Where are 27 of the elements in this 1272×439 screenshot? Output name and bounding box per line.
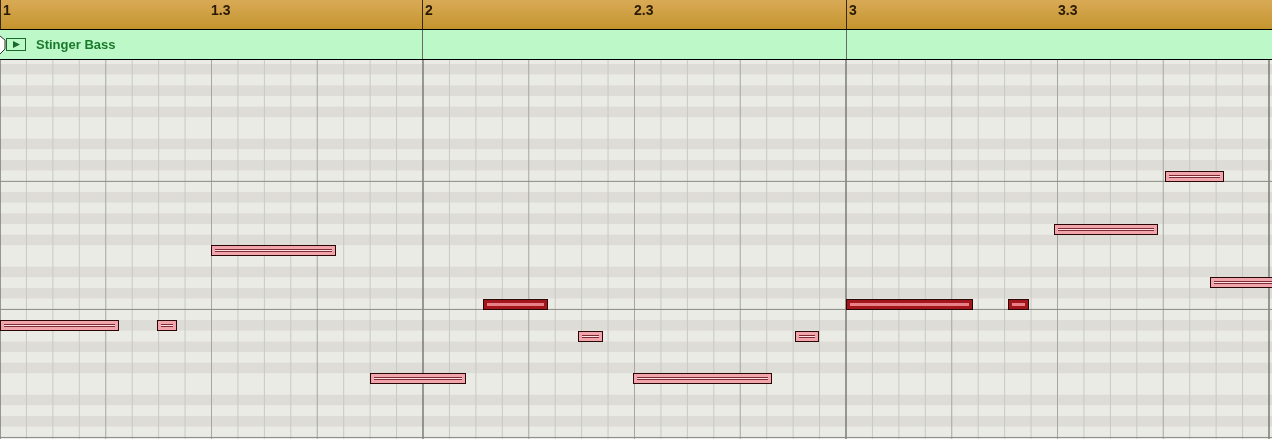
ruler-marker: 2.3 <box>634 3 654 17</box>
bar-line <box>0 0 1 29</box>
bar-line <box>422 0 423 29</box>
midi-note[interactable] <box>1165 170 1224 182</box>
midi-note[interactable] <box>1008 298 1029 310</box>
midi-note[interactable] <box>157 320 177 332</box>
bar-line <box>846 0 847 29</box>
midi-note[interactable] <box>483 298 548 310</box>
midi-note[interactable] <box>370 373 466 385</box>
region-bar[interactable]: Stinger Bass <box>0 30 1272 60</box>
ruler-marker: 3.3 <box>1058 3 1078 17</box>
midi-note[interactable] <box>846 298 973 310</box>
timeline-ruler[interactable]: 1 1.3 2 2.3 3 3.3 <box>0 0 1272 30</box>
ruler-marker: 1 <box>3 3 11 17</box>
play-icon[interactable] <box>6 38 26 51</box>
midi-note[interactable] <box>1054 224 1158 236</box>
loop-handle-icon[interactable] <box>0 35 7 55</box>
midi-note[interactable] <box>633 373 772 385</box>
region-name: Stinger Bass <box>36 35 116 54</box>
ruler-marker: 1.3 <box>211 3 231 17</box>
ruler-marker: 3 <box>849 3 857 17</box>
midi-note[interactable] <box>578 330 603 342</box>
midi-note[interactable] <box>0 320 119 332</box>
midi-note[interactable] <box>795 330 819 342</box>
ruler-marker: 2 <box>425 3 433 17</box>
midi-note[interactable] <box>211 245 336 257</box>
midi-note[interactable] <box>1210 277 1272 289</box>
